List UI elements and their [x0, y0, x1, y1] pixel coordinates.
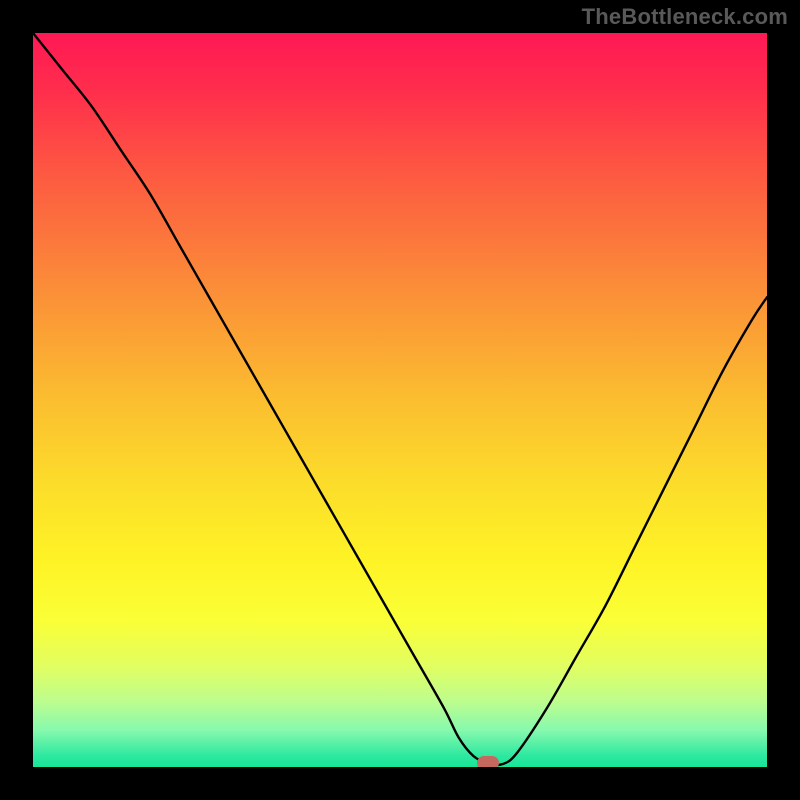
- chart-frame: TheBottleneck.com: [0, 0, 800, 800]
- gradient-rect: [33, 33, 767, 767]
- plot-area: [33, 33, 767, 767]
- watermark-text: TheBottleneck.com: [582, 4, 788, 30]
- chart-svg: [33, 33, 767, 767]
- optimal-point-marker: [477, 756, 499, 767]
